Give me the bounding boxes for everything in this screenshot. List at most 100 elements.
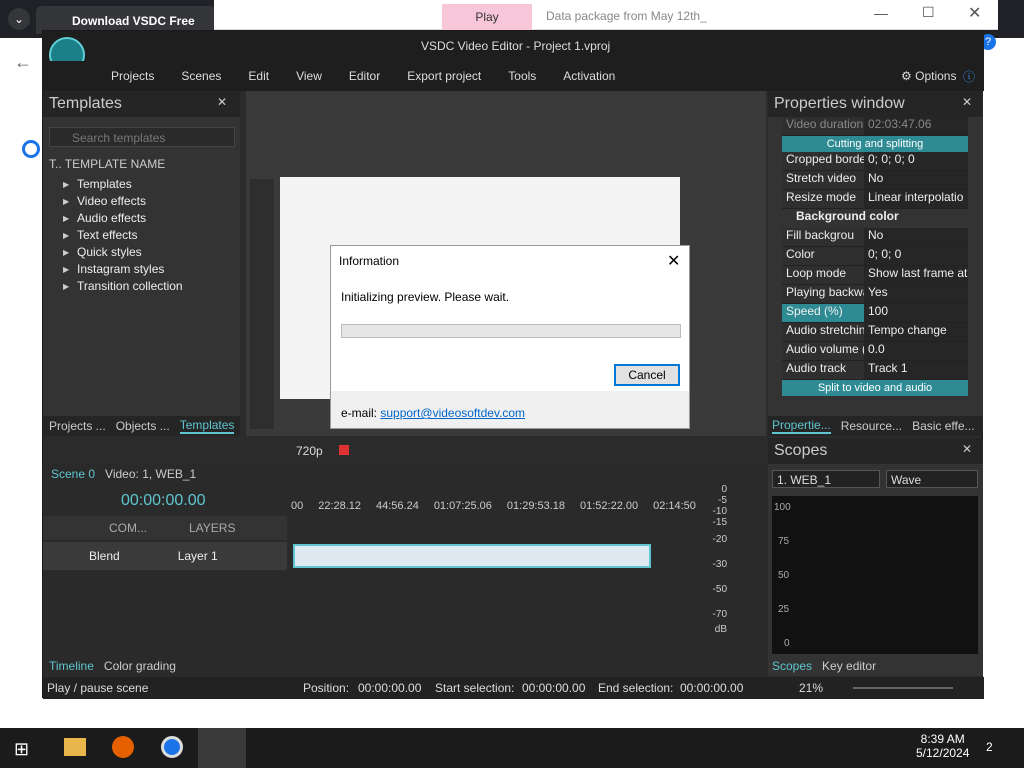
zoom-slider[interactable] bbox=[853, 687, 953, 689]
chevron-down-icon[interactable]: ⌄ bbox=[8, 8, 30, 30]
search-input[interactable]: Search templates bbox=[49, 127, 235, 147]
prop-value[interactable]: 0.0 bbox=[864, 342, 968, 360]
cutting-button[interactable]: Cutting and splitting bbox=[782, 136, 968, 152]
clock-date: 5/12/2024 bbox=[916, 746, 970, 760]
chrome-icon[interactable] bbox=[161, 736, 183, 758]
menu-tools[interactable]: Tools bbox=[508, 69, 536, 83]
file-explorer-icon[interactable] bbox=[64, 738, 86, 756]
start-label: Start selection: bbox=[435, 681, 515, 695]
close-icon[interactable]: ✕ bbox=[962, 442, 972, 456]
tree-item-text-effects[interactable]: Text effects bbox=[43, 228, 240, 245]
info-icon[interactable]: ⓘ bbox=[963, 68, 975, 85]
tab-timeline[interactable]: Timeline bbox=[49, 659, 94, 673]
tab-templates[interactable]: Templates bbox=[179, 418, 235, 434]
split-button[interactable]: Split to video and audio bbox=[782, 380, 968, 396]
close-icon[interactable]: ✕ bbox=[968, 3, 981, 23]
layer-name[interactable]: Layer 1 bbox=[178, 549, 218, 563]
template-column-header[interactable]: T.. TEMPLATE NAME bbox=[47, 155, 233, 173]
db-label: -70 bbox=[712, 609, 727, 620]
tab-basic-effects[interactable]: Basic effe... bbox=[912, 419, 974, 433]
prop-value[interactable]: No bbox=[864, 171, 968, 189]
back-arrow-icon[interactable]: ← bbox=[14, 52, 32, 73]
vsdc-taskbar-icon[interactable] bbox=[198, 728, 246, 768]
close-icon[interactable]: ✕ bbox=[667, 251, 680, 271]
tab-objects[interactable]: Objects ... bbox=[116, 419, 170, 433]
tree-item-instagram-styles[interactable]: Instagram styles bbox=[43, 262, 240, 279]
scope-axis-label: 50 bbox=[778, 570, 790, 581]
scopes-title: Scopes bbox=[768, 438, 983, 464]
tab-color-grading[interactable]: Color grading bbox=[104, 659, 176, 673]
notification-icon[interactable]: 2 bbox=[986, 740, 993, 754]
firefox-icon[interactable] bbox=[112, 736, 134, 758]
menu-export[interactable]: Export project bbox=[407, 69, 481, 83]
tab-key-editor[interactable]: Key editor bbox=[822, 659, 876, 673]
email-link[interactable]: support@videosoftdev.com bbox=[380, 406, 525, 420]
ruler-label: 02:14:50 bbox=[653, 500, 696, 512]
prop-value[interactable]: Show last frame at bbox=[864, 266, 968, 284]
menu-activation[interactable]: Activation bbox=[563, 69, 615, 83]
col-name: TEMPLATE NAME bbox=[64, 157, 166, 171]
notification-count: 2 bbox=[986, 740, 993, 754]
scope-source-select[interactable]: 1. WEB_1 bbox=[772, 470, 880, 488]
minimize-icon[interactable]: — bbox=[874, 5, 888, 21]
prop-value[interactable]: Tempo change bbox=[864, 323, 968, 341]
scope-mode-select[interactable]: Wave bbox=[886, 470, 978, 488]
options-button[interactable]: ⚙ Options bbox=[901, 69, 956, 83]
tree-item-templates[interactable]: Templates bbox=[43, 177, 240, 194]
prop-value[interactable]: 0; 0; 0; 0 bbox=[864, 152, 968, 170]
resolution-select[interactable]: 720p bbox=[296, 444, 323, 458]
video-clip[interactable] bbox=[293, 544, 651, 568]
progress-bar bbox=[341, 324, 681, 338]
maximize-icon[interactable]: ☐ bbox=[922, 4, 935, 21]
email-line: e-mail: support@videosoftdev.com bbox=[341, 406, 525, 420]
db-label: dB bbox=[714, 624, 727, 635]
information-dialog: Information ✕ Initializing preview. Plea… bbox=[330, 245, 690, 429]
scene-tab[interactable]: Scene 0 bbox=[51, 467, 95, 481]
video-tab[interactable]: Video: 1, WEB_1 bbox=[105, 467, 196, 481]
prop-value[interactable]: Track 1 bbox=[864, 361, 968, 379]
tree-item-audio-effects[interactable]: Audio effects bbox=[43, 211, 240, 228]
blend-mode[interactable]: Blend bbox=[89, 549, 120, 563]
zoom-value: 21% bbox=[799, 681, 824, 695]
prop-key: Cropped borde bbox=[782, 152, 864, 170]
menu-scenes[interactable]: Scenes bbox=[181, 69, 221, 83]
status-text: Play / pause scene bbox=[47, 681, 149, 695]
tab-projects[interactable]: Projects ... bbox=[49, 419, 106, 433]
record-icon[interactable] bbox=[339, 445, 349, 455]
menu-view[interactable]: View bbox=[296, 69, 322, 83]
explorer-play-tab[interactable]: Play bbox=[442, 4, 532, 30]
prop-value[interactable]: 100 bbox=[864, 304, 968, 322]
tree-item-video-effects[interactable]: Video effects bbox=[43, 194, 240, 211]
menu-projects[interactable]: Projects bbox=[111, 69, 154, 83]
cancel-button[interactable]: Cancel bbox=[614, 364, 680, 386]
close-icon[interactable]: ✕ bbox=[217, 95, 227, 109]
prop-value[interactable]: Linear interpolatio bbox=[864, 190, 968, 208]
end-value: 00:00:00.00 bbox=[680, 681, 744, 695]
end-label: End selection: bbox=[598, 681, 674, 695]
prop-value[interactable]: Yes bbox=[864, 285, 968, 303]
col-short: T.. bbox=[49, 157, 62, 171]
explorer-title: Data package from May 12th_ bbox=[546, 9, 707, 23]
tab-properties[interactable]: Propertie... bbox=[772, 418, 831, 434]
menu-edit[interactable]: Edit bbox=[248, 69, 269, 83]
tab-resources[interactable]: Resource... bbox=[841, 419, 902, 433]
vsdc-window: VSDC Video Editor - Project 1.vproj Proj… bbox=[42, 30, 984, 699]
prop-key: Fill backgrou bbox=[782, 228, 864, 246]
db-label: -15 bbox=[712, 517, 727, 528]
gear-icon: ⚙ bbox=[901, 69, 912, 83]
tree-item-transition-collection[interactable]: Transition collection bbox=[43, 279, 240, 296]
prop-value[interactable]: No bbox=[864, 228, 968, 246]
tab-scopes[interactable]: Scopes bbox=[772, 659, 812, 673]
prop-key: Audio volume ( bbox=[782, 342, 864, 360]
scope-axis-label: 0 bbox=[784, 638, 790, 649]
menu-editor[interactable]: Editor bbox=[349, 69, 380, 83]
prop-value[interactable]: 0; 0; 0 bbox=[864, 247, 968, 265]
bg-color-group[interactable]: Background color bbox=[782, 209, 968, 228]
windows-start-icon[interactable]: ⊞ bbox=[14, 739, 29, 760]
clock[interactable]: 8:39 AM 5/12/2024 bbox=[916, 732, 969, 760]
prop-key: Color bbox=[782, 247, 864, 265]
db-label: -30 bbox=[712, 559, 727, 570]
tree-item-quick-styles[interactable]: Quick styles bbox=[43, 245, 240, 262]
close-icon[interactable]: ✕ bbox=[962, 95, 972, 109]
prop-key: Stretch video bbox=[782, 171, 864, 189]
